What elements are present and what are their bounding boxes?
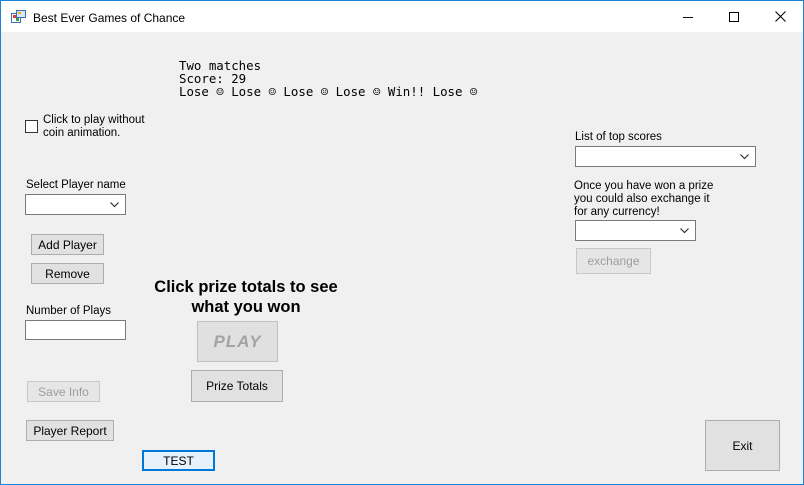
top-scores-label: List of top scores bbox=[575, 131, 662, 143]
prize-heading: Click prize totals to see what you won bbox=[154, 278, 338, 316]
exchange-button[interactable]: exchange bbox=[576, 248, 651, 274]
prize-totals-button[interactable]: Prize Totals bbox=[191, 370, 283, 402]
chevron-down-icon bbox=[110, 201, 119, 207]
number-of-plays-input[interactable] bbox=[25, 320, 126, 340]
result-history-line: Lose ☺ Lose ☺ Lose ☺ Lose ☺ Win!! Lose ☺ bbox=[179, 84, 478, 99]
maximize-button[interactable] bbox=[711, 1, 757, 32]
select-player-label: Select Player name bbox=[26, 179, 126, 191]
chevron-down-icon bbox=[680, 227, 689, 233]
currency-dropdown[interactable] bbox=[575, 220, 696, 241]
app-icon bbox=[11, 10, 26, 23]
title-bar[interactable]: Best Ever Games of Chance bbox=[1, 1, 803, 32]
add-player-button[interactable]: Add Player bbox=[31, 234, 104, 255]
number-of-plays-label: Number of Plays bbox=[26, 305, 112, 317]
play-button[interactable]: PLAY bbox=[197, 321, 278, 362]
minimize-icon bbox=[683, 16, 693, 18]
chevron-down-icon bbox=[740, 153, 749, 159]
window-title: Best Ever Games of Chance bbox=[33, 11, 186, 25]
player-report-button[interactable]: Player Report bbox=[26, 420, 114, 441]
main-window: Best Ever Games of Chance Two matches Sc… bbox=[0, 0, 804, 485]
player-name-dropdown[interactable] bbox=[25, 194, 126, 215]
remove-button[interactable]: Remove bbox=[31, 263, 104, 284]
no-animation-checkbox[interactable] bbox=[25, 120, 38, 133]
minimize-button[interactable] bbox=[665, 1, 711, 32]
close-icon bbox=[774, 11, 786, 22]
exchange-info-label: Once you have won a prize you could also… bbox=[574, 180, 714, 218]
close-button[interactable] bbox=[757, 1, 803, 32]
maximize-icon bbox=[729, 11, 739, 22]
test-button[interactable]: TEST bbox=[142, 450, 215, 471]
save-info-button[interactable]: Save Info bbox=[27, 381, 100, 402]
exit-button[interactable]: Exit bbox=[705, 420, 780, 471]
top-scores-dropdown[interactable] bbox=[575, 146, 756, 167]
no-animation-label[interactable]: Click to play without coin animation. bbox=[43, 114, 153, 140]
